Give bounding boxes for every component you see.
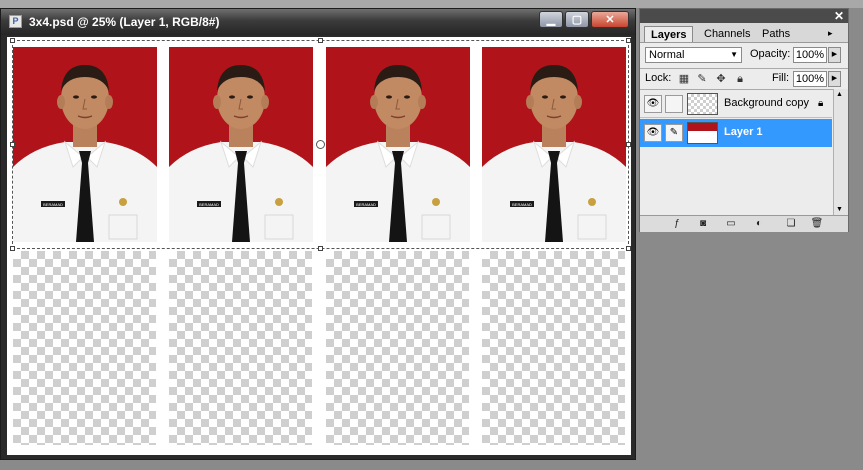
layers-scrollbar[interactable]: ▲ ▼ xyxy=(833,89,848,215)
delete-layer-icon[interactable]: 🗑︎ xyxy=(810,217,824,231)
tab-paths[interactable]: Paths xyxy=(756,26,796,42)
transparent-area-3 xyxy=(326,251,469,445)
close-button[interactable]: ✕ xyxy=(591,11,629,28)
layers-panel: ✕ Layers Channels Paths ▸ Normal ▼ Opaci… xyxy=(639,8,849,232)
scroll-up-icon[interactable]: ▲ xyxy=(836,91,843,98)
panel-titlebar[interactable]: ✕ xyxy=(640,9,848,23)
layer-name: Background copy xyxy=(724,97,809,109)
opacity-slider-button[interactable]: ▶ xyxy=(828,47,841,63)
transparent-area-4 xyxy=(482,251,625,445)
fill-slider-button[interactable]: ▶ xyxy=(828,71,841,87)
eye-icon[interactable]: 👁︎ xyxy=(644,95,662,113)
transform-handle[interactable] xyxy=(626,142,631,147)
layer-name: Layer 1 xyxy=(724,126,763,138)
layer-thumbnail xyxy=(687,122,718,144)
lock-label: Lock: xyxy=(645,72,672,84)
fill-input[interactable]: 100% xyxy=(793,71,827,87)
transparent-area-2 xyxy=(169,251,312,445)
close-icon: ✕ xyxy=(605,14,615,26)
opacity-label: Opacity: xyxy=(750,48,791,60)
layers-bottom-toolbar: ƒ ◙ ▭ ◐ ❏ 🗑︎ xyxy=(640,215,848,232)
transform-handle[interactable] xyxy=(10,142,15,147)
tab-channels[interactable]: Channels xyxy=(698,26,756,42)
minimize-button[interactable]: ▁ xyxy=(539,11,563,28)
transform-handle[interactable] xyxy=(626,38,631,43)
lock-position-icon[interactable]: ✥ xyxy=(715,73,727,85)
canvas[interactable]: BERAMAD BERAMAD BERAMAD BERAMAD xyxy=(7,37,631,455)
document-titlebar[interactable]: P 3x4.psd @ 25% (Layer 1, RGB/8#) ▁ ▢ ✕ xyxy=(1,9,635,35)
adjustment-layer-icon[interactable]: ◐ xyxy=(752,217,766,231)
document-title: 3x4.psd @ 25% (Layer 1, RGB/8#) xyxy=(29,15,220,29)
lock-icon: 🔒︎ xyxy=(818,98,824,109)
transform-handle[interactable] xyxy=(318,38,323,43)
maximize-icon: ▢ xyxy=(571,14,583,26)
fill-label: Fill: xyxy=(772,72,790,84)
lock-image-icon[interactable]: ✎ xyxy=(696,73,708,85)
layer-row-layer-1[interactable]: 👁︎ ✎ Layer 1 xyxy=(640,119,832,147)
transform-handle[interactable] xyxy=(10,246,15,251)
psd-file-icon: P xyxy=(9,15,22,28)
layer-mask-icon[interactable]: ◙ xyxy=(696,217,710,231)
lock-all-icon[interactable]: 🔒︎ xyxy=(734,73,746,85)
transparent-area-1 xyxy=(13,251,156,445)
layer-row-background-copy[interactable]: 👁︎ Background copy 🔒︎ xyxy=(640,90,832,118)
new-layer-icon[interactable]: ❏ xyxy=(784,217,798,231)
layer-thumbnail xyxy=(687,93,718,115)
panel-close-icon[interactable]: ✕ xyxy=(834,9,844,23)
top-strip xyxy=(0,0,863,8)
blend-mode-value: Normal xyxy=(649,49,685,61)
blend-mode-select[interactable]: Normal ▼ xyxy=(645,47,742,63)
tab-layers[interactable]: Layers xyxy=(644,26,694,42)
new-group-icon[interactable]: ▭ xyxy=(724,217,738,231)
panel-tabs: Layers Channels Paths ▸ xyxy=(640,23,848,43)
layer-link-box[interactable] xyxy=(665,95,683,113)
divider xyxy=(640,68,848,69)
minimize-icon: ▁ xyxy=(546,14,556,26)
transform-handle[interactable] xyxy=(10,38,15,43)
document-window: P 3x4.psd @ 25% (Layer 1, RGB/8#) ▁ ▢ ✕ … xyxy=(0,8,636,460)
transform-handle[interactable] xyxy=(318,246,323,251)
opacity-input[interactable]: 100% xyxy=(793,47,827,63)
transform-handle[interactable] xyxy=(626,246,631,251)
brush-icon: ✎ xyxy=(665,124,683,142)
transform-center-point[interactable] xyxy=(316,140,325,149)
panel-menu-icon[interactable]: ▸ xyxy=(828,28,833,39)
scroll-down-icon[interactable]: ▼ xyxy=(836,206,843,213)
chevron-down-icon: ▼ xyxy=(730,50,738,59)
layer-style-icon[interactable]: ƒ xyxy=(670,217,684,231)
lock-transparent-icon[interactable]: ▦ xyxy=(678,73,690,85)
maximize-button[interactable]: ▢ xyxy=(565,11,589,28)
eye-icon[interactable]: 👁︎ xyxy=(644,124,662,142)
